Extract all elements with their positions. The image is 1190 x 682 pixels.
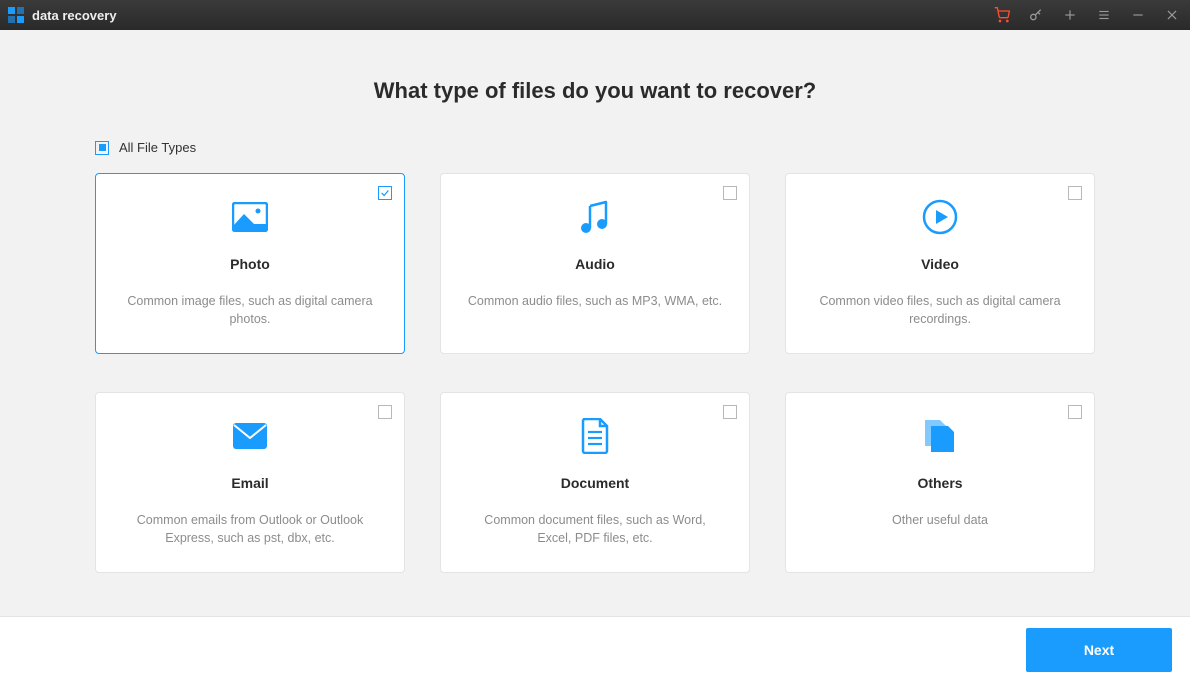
card-others-title: Others [917,475,962,491]
file-text-icon [580,415,610,457]
card-others-desc: Other useful data [886,511,994,529]
card-photo-title: Photo [230,256,270,272]
card-audio-checkbox[interactable] [723,186,737,200]
card-document-desc: Common document files, such as Word, Exc… [461,511,729,547]
card-photo-checkbox[interactable] [378,186,392,200]
play-circle-icon [922,196,958,238]
card-video-checkbox[interactable] [1068,186,1082,200]
card-document-title: Document [561,475,629,491]
close-icon[interactable] [1164,7,1180,23]
card-email-desc: Common emails from Outlook or Outlook Ex… [116,511,384,547]
card-audio[interactable]: Audio Common audio files, such as MP3, W… [440,173,750,354]
all-file-types-row: All File Types [95,140,1095,155]
page-heading: What type of files do you want to recove… [374,78,817,104]
all-file-types-label: All File Types [119,140,196,155]
titlebar-left: data recovery [8,7,117,23]
card-email-checkbox[interactable] [378,405,392,419]
card-audio-title: Audio [575,256,615,272]
envelope-icon [232,415,268,457]
music-icon [580,196,610,238]
card-video-title: Video [921,256,959,272]
files-icon [923,415,957,457]
card-others[interactable]: Others Other useful data [785,392,1095,573]
app-logo-icon [8,7,24,23]
app-title: data recovery [32,8,117,23]
next-button[interactable]: Next [1026,628,1172,672]
card-email[interactable]: Email Common emails from Outlook or Outl… [95,392,405,573]
card-photo-desc: Common image files, such as digital came… [116,292,384,328]
main-content: What type of files do you want to recove… [0,30,1190,616]
image-icon [232,196,268,238]
card-video-desc: Common video files, such as digital came… [806,292,1074,328]
card-audio-desc: Common audio files, such as MP3, WMA, et… [462,292,728,310]
minimize-icon[interactable] [1130,7,1146,23]
card-video[interactable]: Video Common video files, such as digita… [785,173,1095,354]
file-type-grid: Photo Common image files, such as digita… [95,173,1095,573]
square-indeterminate-icon [99,144,106,151]
footer-bar: Next [0,616,1190,682]
titlebar: data recovery [0,0,1190,30]
menu-icon[interactable] [1096,7,1112,23]
key-icon[interactable] [1028,7,1044,23]
card-photo[interactable]: Photo Common image files, such as digita… [95,173,405,354]
titlebar-right [994,7,1180,23]
card-document-checkbox[interactable] [723,405,737,419]
card-email-title: Email [231,475,268,491]
all-file-types-checkbox[interactable] [95,141,109,155]
card-others-checkbox[interactable] [1068,405,1082,419]
plus-icon[interactable] [1062,7,1078,23]
cart-icon[interactable] [994,7,1010,23]
card-document[interactable]: Document Common document files, such as … [440,392,750,573]
